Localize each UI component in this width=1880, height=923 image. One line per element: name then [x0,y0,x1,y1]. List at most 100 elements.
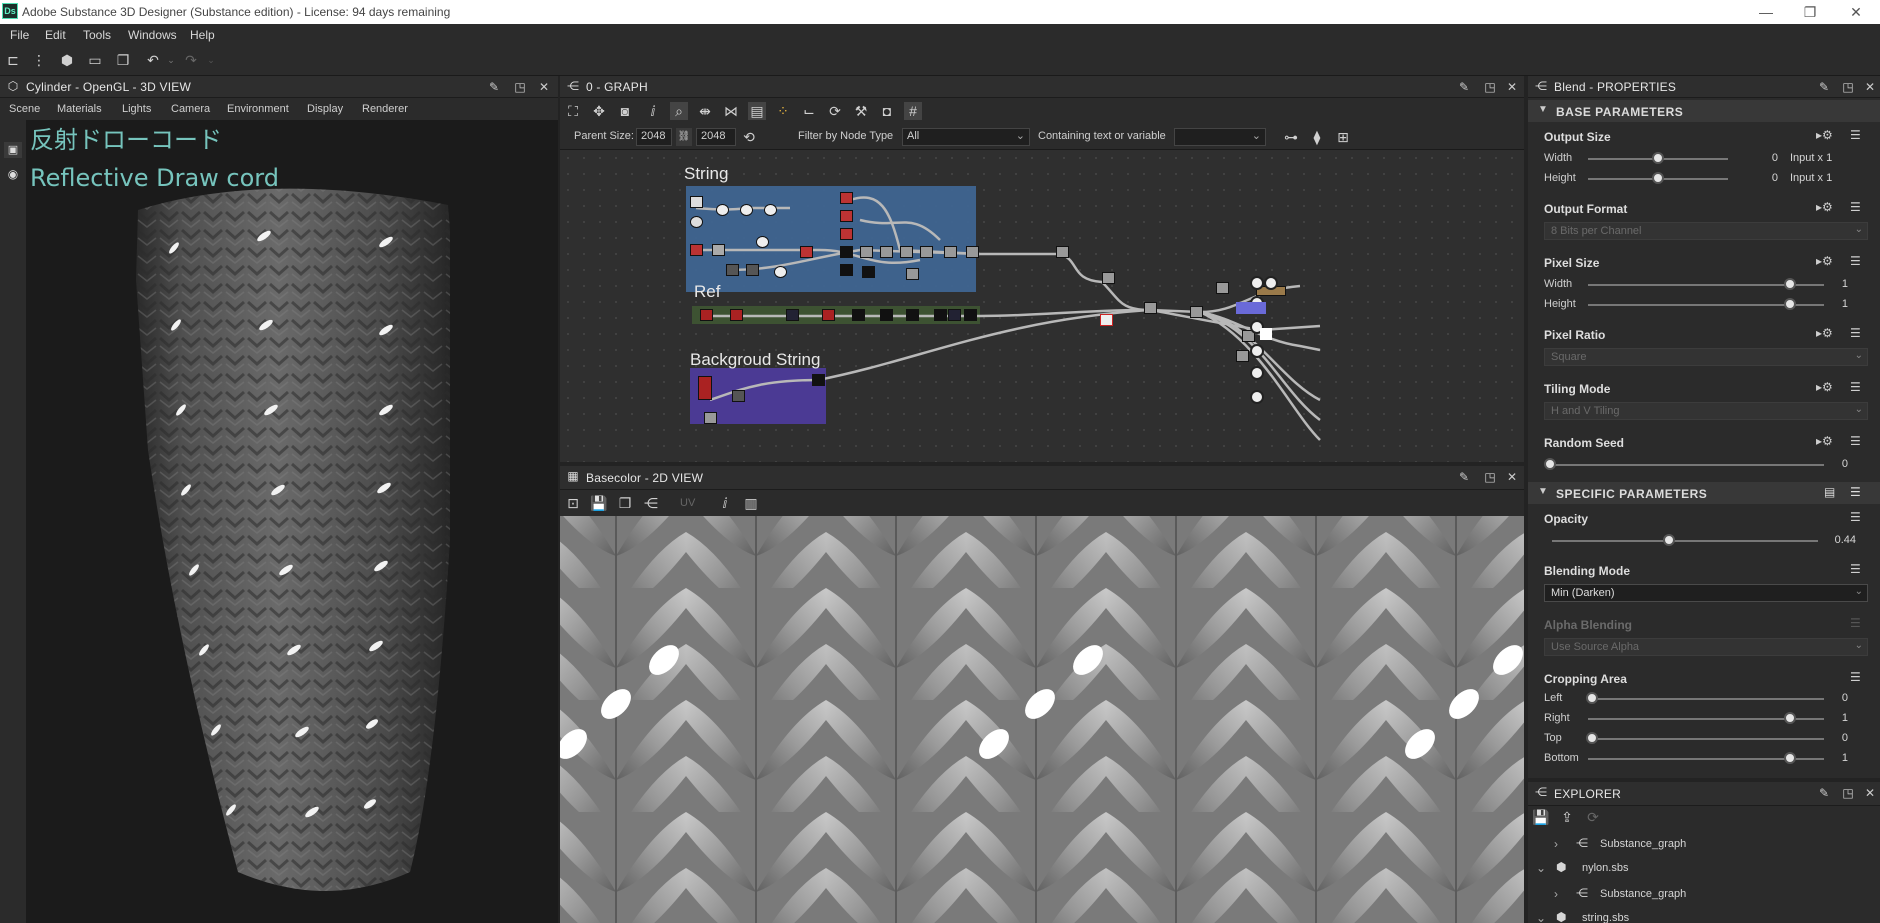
pan-icon[interactable]: ✥ [590,102,608,120]
random-seed-slider[interactable] [1546,464,1824,466]
expand-caret-icon[interactable]: ⌄ [1536,911,1546,923]
vertical-link-icon[interactable]: ⧫ [1308,128,1326,146]
refresh-icon[interactable]: ⟳ [826,102,844,120]
parent-size-height-select[interactable]: 2048 [696,128,736,146]
save-image-icon[interactable]: 💾 [590,494,608,512]
graph-node[interactable] [862,266,875,278]
search-icon[interactable]: ⌕ [670,102,688,120]
param-menu-icon[interactable]: ☰ [1850,254,1861,268]
graph-link-icon[interactable]: ⋲ [642,494,660,512]
graph-node[interactable] [840,228,853,240]
maximize-button[interactable]: ❐ [1790,2,1830,22]
save-icon[interactable]: 💾 [1532,808,1550,826]
pin-icon[interactable]: ✎ [486,79,502,95]
crop-top-value[interactable]: 0 [1828,732,1848,744]
graph-node[interactable] [920,246,933,258]
graph-node[interactable] [840,246,853,258]
param-menu-icon[interactable]: ☰ [1850,380,1861,394]
graph-node[interactable] [774,266,787,278]
tree-item-package[interactable]: ⌄ ⬢ string.sbs [1528,908,1880,923]
crop-right-slider-knob[interactable] [1784,712,1796,724]
align-icon[interactable]: ⇼ [696,102,714,120]
close-panel-icon[interactable]: ✕ [1504,469,1520,485]
expand-caret-icon[interactable]: ⌄ [1536,861,1546,875]
graph-node[interactable] [880,309,893,321]
graph-node[interactable] [704,412,717,424]
snapshot-icon[interactable]: ◙ [616,102,634,120]
graph-node[interactable] [852,309,865,321]
graph-node[interactable] [800,246,813,258]
output-node[interactable] [1250,344,1264,358]
output-node[interactable] [1250,366,1264,380]
presets-icon[interactable]: ▤ [1824,485,1835,499]
hierarchy-icon[interactable]: ⊞ [1334,128,1352,146]
graph-node[interactable] [860,246,873,258]
export-icon[interactable]: ⇪ [1558,808,1576,826]
output-width-mode[interactable]: Input x 1 [1790,152,1860,164]
blend-node[interactable] [1144,302,1157,314]
uv-toggle[interactable]: UV [680,497,695,509]
param-menu-icon[interactable]: ☰ [1850,670,1861,684]
fit-view-icon[interactable]: ⊡ [564,494,582,512]
pixel-height-slider-knob[interactable] [1784,298,1796,310]
param-menu-icon[interactable]: ☰ [1850,326,1861,340]
crop-left-slider-knob[interactable] [1586,692,1598,704]
close-panel-icon[interactable]: ✕ [1504,79,1520,95]
info-icon[interactable]: ⅈ [644,102,662,120]
menu-edit[interactable]: Edit [45,28,66,42]
crop-left-value[interactable]: 0 [1828,692,1848,704]
close-window-button[interactable]: ✕ [1836,2,1876,22]
graph-node[interactable] [964,309,977,321]
blend-node[interactable] [1100,314,1113,326]
containing-text-input[interactable]: ⌄ [1174,128,1266,146]
graph-node[interactable] [700,309,713,321]
view3d-menu-renderer[interactable]: Renderer [362,103,408,115]
view3d-menu-display[interactable]: Display [307,103,343,115]
link-size-icon[interactable]: ⛓ [676,128,692,146]
inheritance-icon[interactable]: ▸⚙ [1816,434,1833,448]
graph-node[interactable] [906,268,919,280]
connect-icon[interactable]: ⋈ [722,102,740,120]
redo-icon[interactable]: ↷ [182,51,200,69]
param-menu-icon[interactable]: ☰ [1850,562,1861,576]
grid-icon[interactable]: # [904,102,922,120]
expand-caret-icon[interactable]: › [1554,887,1558,901]
blend-node[interactable] [1216,282,1229,294]
collapse-caret-icon[interactable]: ▼ [1538,486,1548,497]
graph-node[interactable] [840,210,853,222]
preview-icon[interactable]: ◘ [878,102,896,120]
blend-node[interactable] [1190,306,1203,318]
opacity-slider[interactable] [1552,540,1818,542]
display-icon[interactable]: ▤ [748,102,766,120]
maximize-panel-icon[interactable]: ◳ [512,79,528,95]
view3d-menu-scene[interactable]: Scene [9,103,40,115]
crop-top-slider-knob[interactable] [1586,732,1598,744]
maximize-panel-icon[interactable]: ◳ [1482,469,1498,485]
copy-icon[interactable]: ❐ [616,494,634,512]
output-width-slider-knob[interactable] [1652,152,1664,164]
output-height-slider-knob[interactable] [1652,172,1664,184]
histogram-icon[interactable]: ▥ [742,494,760,512]
crop-bottom-value[interactable]: 1 [1828,752,1848,764]
view3d-viewport[interactable]: ▣ ◉ 反射ドローコード Reflective Draw cord [0,120,558,923]
graph-node[interactable] [966,246,979,258]
new-package-icon[interactable]: ⬢ [58,51,76,69]
graph-node[interactable] [934,309,947,321]
graph-node[interactable] [690,244,703,256]
graph-node[interactable] [840,192,853,204]
base-parameters-section[interactable]: ▼ BASE PARAMETERS [1528,100,1880,122]
graph-node[interactable] [690,196,703,208]
pin-icon[interactable]: ✎ [1456,79,1472,95]
graph-canvas[interactable]: String Ref Backgroud String [560,150,1524,462]
graph-node[interactable] [906,309,919,321]
section-menu-icon[interactable]: ☰ [1850,485,1861,499]
maximize-panel-icon[interactable]: ◳ [1840,79,1856,95]
undo-icon[interactable]: ↶ [144,51,162,69]
param-menu-icon[interactable]: ☰ [1850,510,1861,524]
pixel-height-value[interactable]: 1 [1828,298,1848,310]
graph-node[interactable] [880,246,893,258]
crop-top-slider[interactable] [1588,738,1824,740]
node-type-filter-select[interactable]: All ⌄ [902,128,1030,146]
output-node[interactable] [1250,276,1264,290]
node-link-icon[interactable]: ⊶ [1282,128,1300,146]
